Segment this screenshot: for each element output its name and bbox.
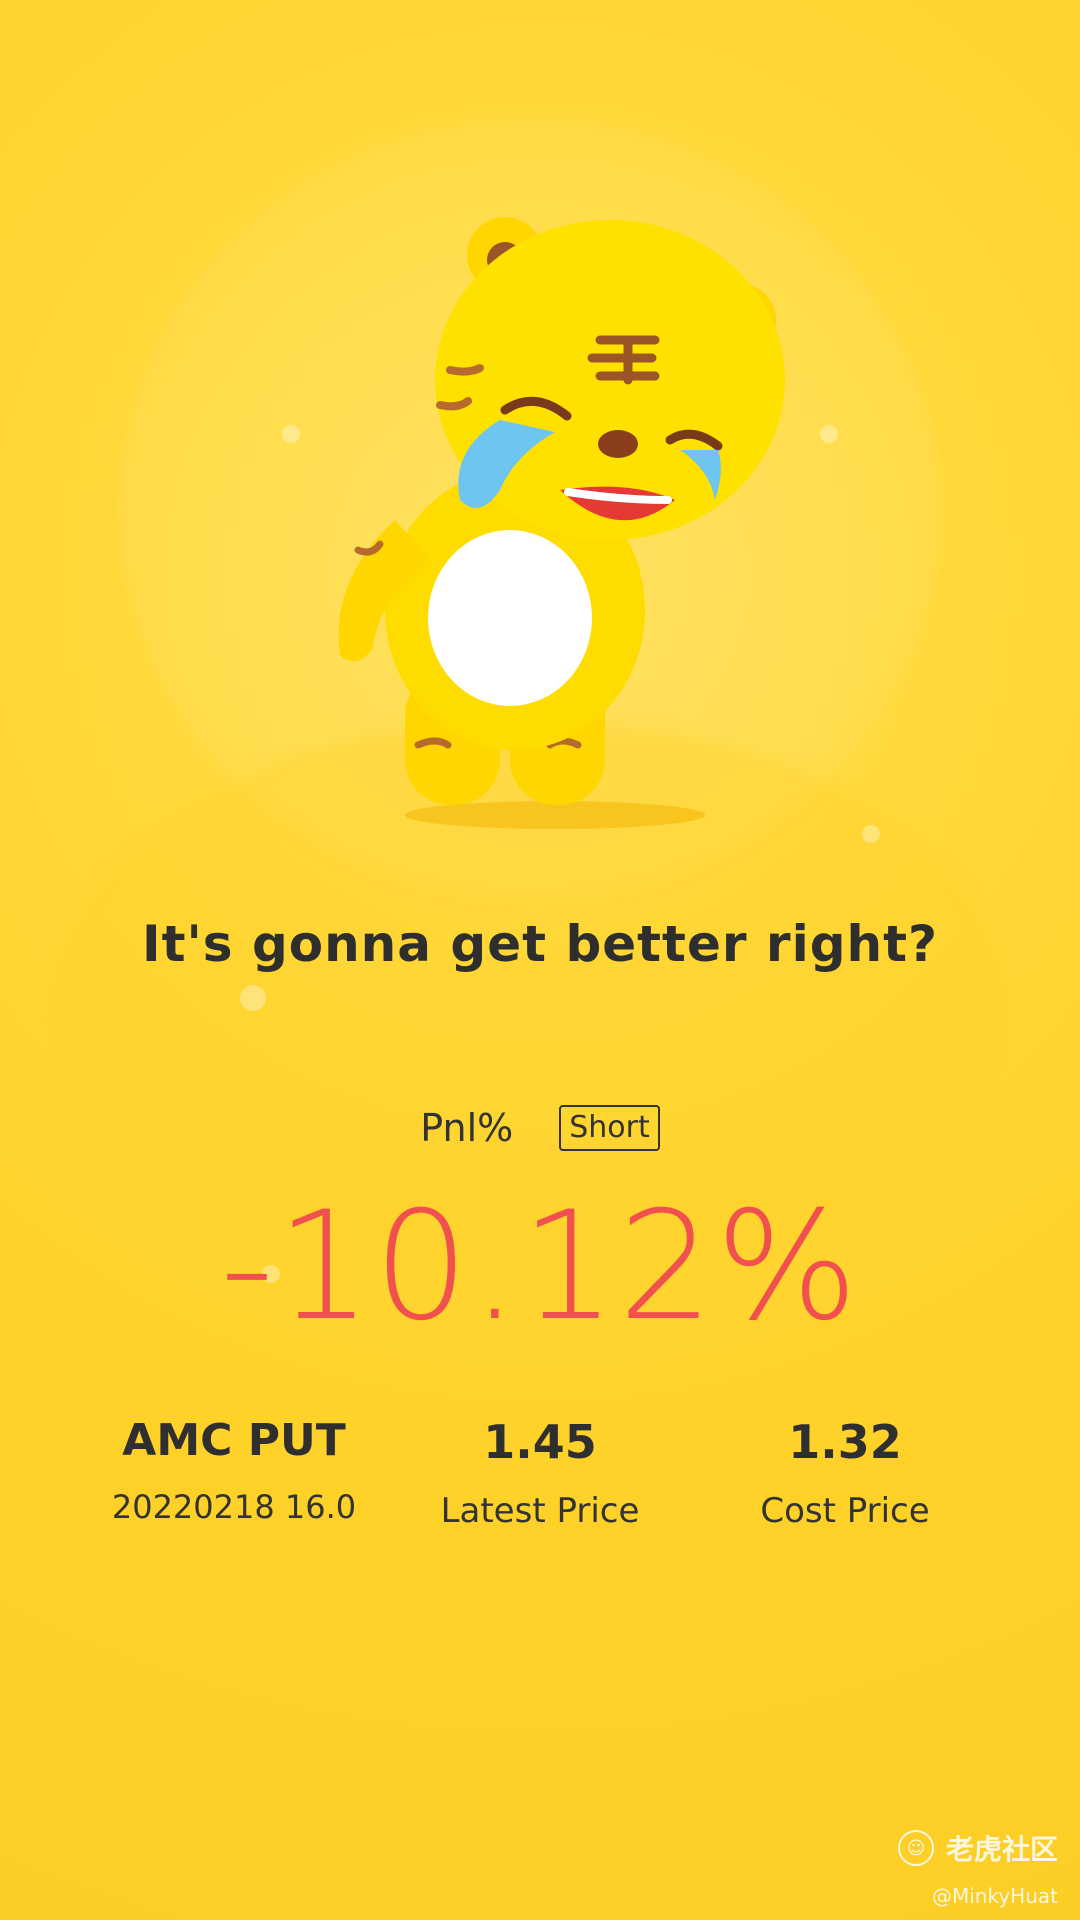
position-stats: AMC PUT 20220218 16.0 1.45 Latest Price … bbox=[0, 1415, 1080, 1555]
sparkle bbox=[862, 825, 880, 843]
crying-tiger-mascot-illustration bbox=[338, 217, 785, 829]
pnl-percentage: -10.12% bbox=[219, 1180, 861, 1354]
cost-price-value: 1.32 bbox=[788, 1415, 902, 1469]
watermark-brand: 老虎社区 bbox=[945, 1833, 1058, 1866]
contract-expiry-strike: 20220218 16.0 bbox=[111, 1488, 357, 1526]
sparkle bbox=[240, 985, 266, 1011]
latest-price-label: Latest Price bbox=[440, 1491, 640, 1531]
latest-price-stat: 1.45 Latest Price bbox=[390, 1415, 690, 1531]
direction-badge: Short bbox=[559, 1105, 660, 1151]
pnl-header: Pnl% Short bbox=[0, 1098, 1080, 1158]
watermark-handle: @MinkyHuat bbox=[931, 1884, 1058, 1908]
sparkle bbox=[820, 425, 838, 443]
contract-stat: AMC PUT 20220218 16.0 bbox=[84, 1415, 384, 1526]
pnl-label: Pnl% bbox=[420, 1106, 514, 1150]
headline: It's gonna get better right? bbox=[141, 915, 939, 973]
contract-name: AMC PUT bbox=[122, 1415, 346, 1466]
sparkle bbox=[282, 425, 300, 443]
watermark: ☺ 老虎社区 bbox=[897, 1828, 1058, 1868]
cost-price-label: Cost Price bbox=[760, 1491, 930, 1531]
cost-price-stat: 1.32 Cost Price bbox=[695, 1415, 995, 1531]
share-card: It's gonna get better right? Pnl% Short … bbox=[0, 0, 1080, 1920]
latest-price-value: 1.45 bbox=[483, 1415, 597, 1469]
tiger-logo-icon: ☺ bbox=[897, 1830, 934, 1866]
